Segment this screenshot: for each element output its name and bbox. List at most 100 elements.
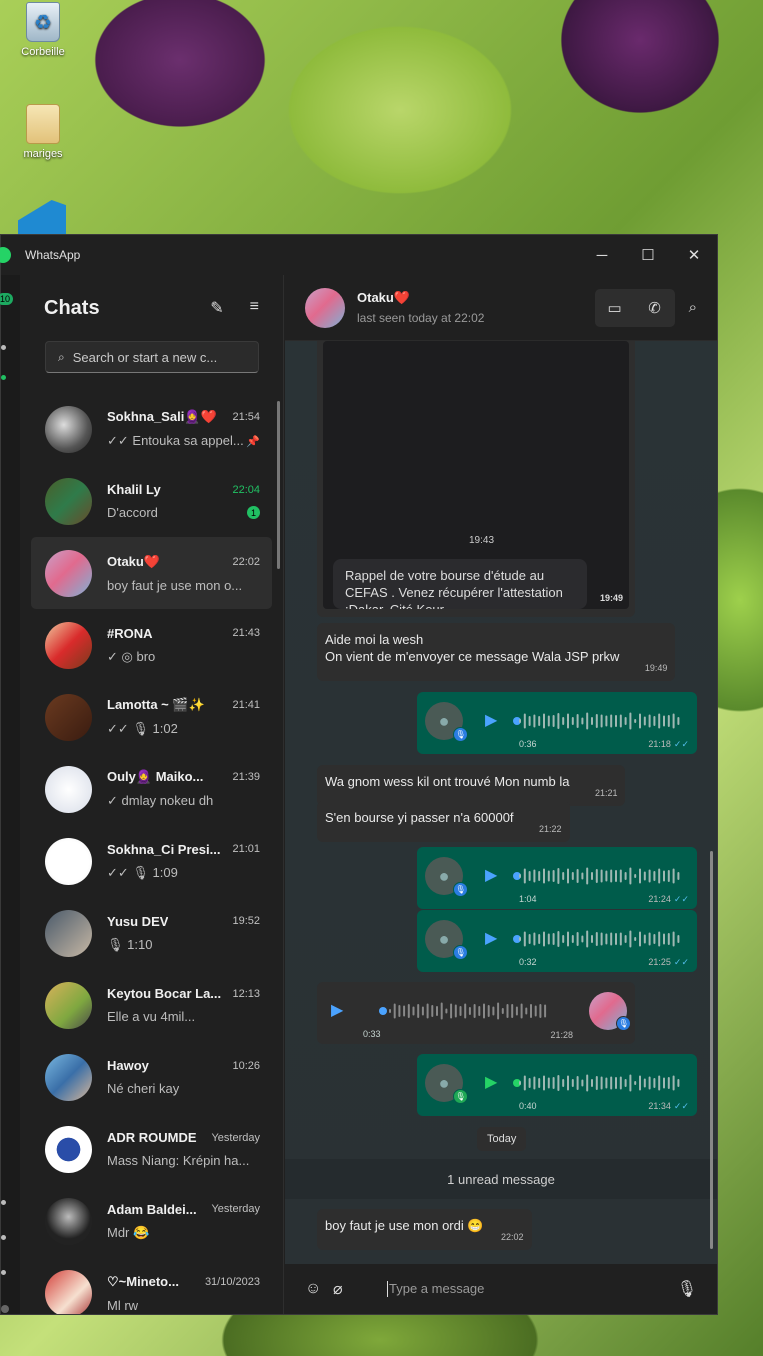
- chat-list-item[interactable]: ♡~Mineto... 31/10/2023 Ml rw: [31, 1257, 272, 1314]
- conversation-pane: Otaku❤️ last seen today at 22:02 ▭ ✆ ⌕ 1…: [285, 275, 717, 1314]
- calls-nav-icon[interactable]: [1, 345, 6, 350]
- microphone-icon[interactable]: 🎙: [677, 1279, 697, 1299]
- read-ticks-icon: ✓✓: [673, 957, 689, 967]
- messages-scrollbar[interactable]: [710, 851, 713, 1249]
- mic-icon: 🎙: [453, 882, 468, 897]
- filter-icon[interactable]: ≡: [250, 298, 259, 318]
- voice-message[interactable]: ▶ 0:33 21:28 🎙: [317, 982, 635, 1044]
- chats-unread-badge[interactable]: 10: [0, 293, 14, 305]
- chat-name: Khalil Ly: [107, 482, 161, 497]
- waveform[interactable]: [513, 712, 683, 730]
- waveform[interactable]: [513, 867, 683, 885]
- chat-list-item[interactable]: #RONA 21:43 ✓ ◎ bro: [31, 609, 272, 681]
- chat-name: Sokhna_Sali🧕❤️: [107, 409, 217, 424]
- chat-list-item[interactable]: Keytou Bocar La... 12:13 Elle a vu 4mil.…: [31, 969, 272, 1041]
- chats-heading: Chats: [44, 296, 100, 319]
- waveform[interactable]: [359, 1002, 569, 1020]
- minimize-button[interactable]: ─: [579, 235, 625, 275]
- chat-avatar[interactable]: [45, 837, 92, 885]
- chat-avatar[interactable]: [45, 981, 92, 1029]
- voice-message[interactable]: ● 🎙 ▶ 1:04 21:24 ✓✓: [417, 847, 697, 909]
- chat-name: Keytou Bocar La...: [107, 986, 222, 1001]
- chat-list-item[interactable]: Ouly🧕 Maiko... 21:39 ✓ dmlay nokeu dh: [31, 753, 272, 825]
- contact-avatar[interactable]: [305, 287, 345, 328]
- mic-icon: 🎙: [453, 1089, 468, 1104]
- chat-time: 22:04: [232, 483, 260, 496]
- close-button[interactable]: ✕: [671, 235, 717, 275]
- starred-nav-icon[interactable]: [1, 1200, 6, 1205]
- new-chat-icon[interactable]: ✎: [210, 298, 223, 318]
- chat-avatar[interactable]: [45, 1125, 92, 1173]
- chat-avatar[interactable]: [45, 549, 92, 597]
- read-ticks-icon: ✓✓: [673, 739, 689, 749]
- chat-list-item[interactable]: ADR ROUMDE Yesterday Mass Niang: Krépin …: [31, 1113, 272, 1185]
- message-input[interactable]: Type a message: [387, 1281, 677, 1297]
- text-message[interactable]: Wa gnom wess kil ont trouvé Mon numb la 2…: [317, 765, 626, 806]
- text-message[interactable]: S'en bourse yi passer n'a 60000f 21:22: [317, 801, 570, 842]
- chat-time: 19:52: [232, 915, 260, 927]
- chat-list-item[interactable]: Adam Baldei... Yesterday Mdr 😂: [31, 1185, 272, 1257]
- chat-list-item[interactable]: Sokhna_Sali🧕❤️ 21:54 ✓✓ Entouka sa appel…: [31, 393, 272, 465]
- chat-list-item[interactable]: Sokhna_Ci Presi... 21:01 ✓✓ 🎙 1:09: [31, 825, 272, 897]
- waveform[interactable]: [513, 1074, 683, 1092]
- voice-duration: 0:32: [519, 957, 537, 967]
- recycle-bin-desktop-icon[interactable]: ♻ Corbeille: [8, 2, 78, 58]
- profile-nav-icon[interactable]: [1, 1305, 9, 1313]
- voice-message[interactable]: ● 🎙 ▶ 0:36 21:18 ✓✓: [417, 692, 697, 754]
- image-inner-time: 19:43: [469, 535, 495, 546]
- settings-nav-icon[interactable]: [1, 1270, 6, 1275]
- status-nav-icon[interactable]: [1, 375, 6, 380]
- screenshot-image[interactable]: 19:43 Rappel de votre bourse d'étude au …: [323, 341, 629, 609]
- chat-list-item[interactable]: Yusu DEV 19:52 🎙 1:10: [31, 897, 272, 969]
- voice-duration: 0:33: [363, 1029, 381, 1039]
- vscode-icon[interactable]: [18, 200, 66, 234]
- maximize-button[interactable]: ☐: [625, 235, 671, 275]
- read-ticks-icon: ✓✓: [673, 1101, 689, 1111]
- chat-avatar[interactable]: [45, 765, 92, 813]
- text-message[interactable]: Aide moi la wesh On vient de m'envoyer ce…: [317, 623, 676, 681]
- chat-avatar[interactable]: [45, 405, 92, 453]
- voice-call-icon[interactable]: ✆: [635, 289, 675, 327]
- archive-nav-icon[interactable]: [1, 1235, 6, 1240]
- date-chip: Today: [477, 1127, 527, 1151]
- image-message[interactable]: 19:43 Rappel de votre bourse d'étude au …: [317, 341, 635, 617]
- composer: ☺ ⌀ Type a message 🎙: [285, 1264, 717, 1314]
- emoji-icon[interactable]: ☺: [305, 1280, 333, 1298]
- chat-list-item[interactable]: Otaku❤️ 22:02 boy faut je use mon o...: [31, 537, 272, 609]
- attach-icon[interactable]: ⌀: [333, 1279, 361, 1299]
- chat-name: Otaku❤️: [107, 553, 161, 569]
- play-icon[interactable]: ▶: [485, 710, 497, 730]
- chat-avatar[interactable]: [45, 477, 92, 525]
- chat-list-scrollbar[interactable]: [277, 401, 280, 569]
- chat-list-item[interactable]: Lamotta ~ 🎬✨ 21:41 ✓✓ 🎙 1:02: [31, 681, 272, 753]
- chat-avatar[interactable]: [45, 1197, 92, 1245]
- chat-name: Lamotta ~ 🎬✨: [107, 697, 205, 712]
- conversation-header[interactable]: Otaku❤️ last seen today at 22:02 ▭ ✆ ⌕: [285, 275, 717, 341]
- chat-name: Sokhna_Ci Presi...: [107, 841, 221, 857]
- mariges-desktop-icon[interactable]: mariges: [8, 104, 78, 160]
- chat-last-message: Mdr 😂: [107, 1224, 150, 1240]
- message-time: 22:02: [501, 1232, 524, 1242]
- voice-message[interactable]: ● 🎙 ▶ 0:32 21:25 ✓✓: [417, 910, 697, 972]
- chat-avatar[interactable]: [45, 1053, 92, 1101]
- chat-list-item[interactable]: Hawoy 10:26 Né cheri kay: [31, 1041, 272, 1113]
- chat-avatar[interactable]: [45, 1269, 92, 1314]
- chat-list-item[interactable]: Khalil Ly 22:04 D'accord 1: [31, 465, 272, 537]
- search-in-chat-icon[interactable]: ⌕: [689, 299, 697, 316]
- message-time: 21:28: [550, 1030, 573, 1040]
- play-icon[interactable]: ▶: [331, 1000, 343, 1020]
- last-message[interactable]: boy faut je use mon ordi 😁 22:02: [317, 1209, 532, 1250]
- waveform[interactable]: [513, 930, 683, 948]
- chat-avatar[interactable]: [45, 621, 92, 669]
- voice-message[interactable]: ● 🎙 ▶ 0:40 21:34 ✓✓: [417, 1054, 697, 1116]
- play-icon[interactable]: ▶: [485, 928, 497, 948]
- chat-avatar[interactable]: [45, 693, 92, 741]
- title-bar: WhatsApp ─ ☐ ✕: [0, 235, 717, 275]
- play-icon[interactable]: ▶: [485, 1072, 497, 1092]
- chat-avatar[interactable]: [45, 909, 92, 957]
- video-call-icon[interactable]: ▭: [595, 289, 635, 327]
- chat-last-message: ✓✓ 🎙 1:02: [107, 721, 178, 736]
- chat-last-message: Ml rw: [107, 1297, 139, 1313]
- search-input[interactable]: ⌕ Search or start a new c...: [45, 341, 259, 373]
- play-icon[interactable]: ▶: [485, 865, 497, 885]
